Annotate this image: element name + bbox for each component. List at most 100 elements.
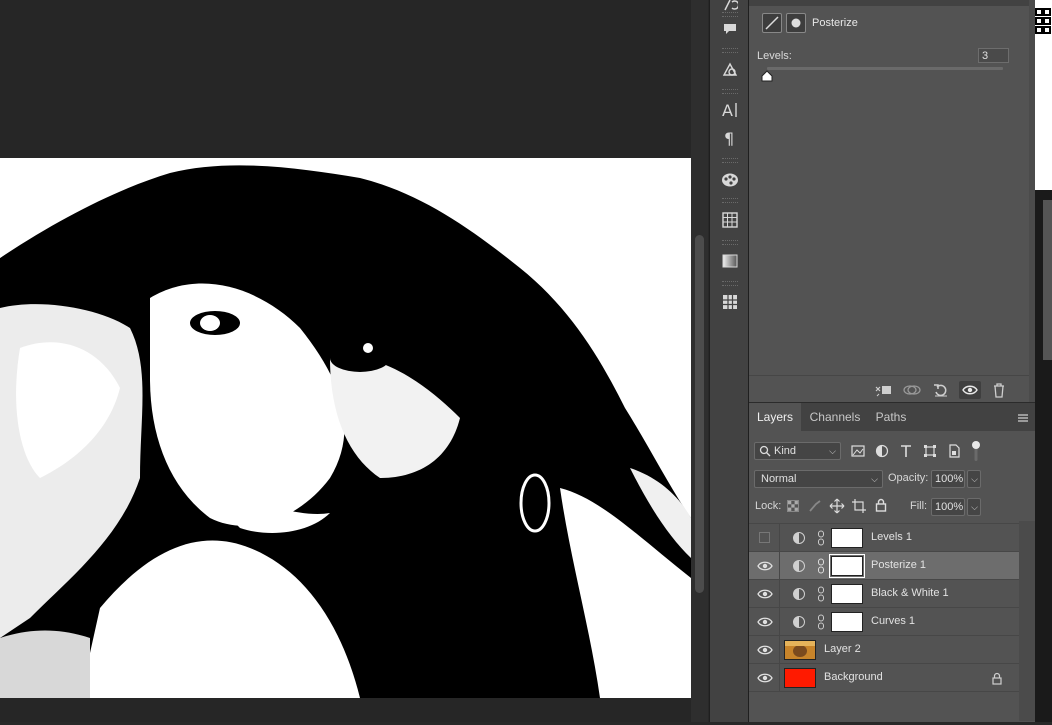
filter-pixel-icon[interactable] — [850, 443, 866, 459]
filter-type-icon[interactable] — [898, 443, 914, 459]
layers-tab-bar: Layers Channels Paths — [749, 403, 1035, 431]
panel-grip[interactable] — [722, 12, 738, 17]
levels-value-field[interactable]: 3 — [978, 48, 1009, 63]
properties-title: Posterize — [812, 17, 858, 29]
layer-list: Levels 1 Posterize 1 Black & White 1 Cur… — [749, 523, 1019, 694]
filter-kind-select[interactable]: Kind ⌵ — [754, 442, 841, 460]
eye-icon[interactable] — [757, 671, 773, 685]
layer-mask-icon[interactable] — [786, 13, 806, 33]
opacity-label: Opacity: — [888, 472, 929, 484]
layer-mask-thumbnail[interactable] — [831, 612, 863, 632]
panel-grip[interactable] — [722, 240, 738, 245]
row-divider — [779, 580, 780, 608]
opacity-field[interactable]: 100% — [931, 470, 965, 488]
lock-position-icon[interactable] — [829, 498, 845, 517]
tab-paths[interactable]: Paths — [869, 403, 913, 431]
levels-slider-thumb[interactable] — [761, 70, 773, 85]
comment-icon[interactable] — [719, 18, 741, 40]
eye-icon[interactable] — [757, 559, 773, 573]
adjustment-layer-icon — [793, 588, 805, 600]
posterized-portrait — [0, 158, 691, 698]
tab-channels[interactable]: Channels — [803, 403, 867, 431]
link-icon[interactable] — [817, 558, 825, 574]
adjustment-layer-icon — [793, 560, 805, 572]
layer-row-background[interactable]: Background — [749, 664, 1019, 692]
adjustment-layer-icon[interactable] — [762, 13, 782, 33]
layer-row-curves-1[interactable]: Curves 1 — [749, 608, 1019, 636]
layer-name: Black & White 1 — [871, 587, 949, 599]
lock-label: Lock: — [755, 500, 782, 512]
fill-slider-toggle[interactable]: ⌵ — [967, 498, 981, 516]
fill-label: Fill: — [910, 500, 928, 512]
layer-mask-thumbnail[interactable] — [831, 584, 863, 604]
blend-mode-value: Normal — [761, 473, 797, 485]
filter-smart-object-icon[interactable] — [946, 443, 962, 459]
opacity-slider-toggle[interactable]: ⌵ — [967, 470, 981, 488]
properties-tab-bar — [749, 0, 1035, 6]
panel-grip[interactable] — [722, 198, 738, 203]
pattern-grid-icon[interactable] — [719, 291, 741, 313]
chevron-down-icon: ⌵ — [829, 446, 836, 456]
gradient-icon[interactable] — [719, 250, 741, 272]
panel-grip[interactable] — [722, 48, 738, 53]
layer-row-posterize-1[interactable]: Posterize 1 — [749, 552, 1019, 580]
panel-grip[interactable] — [722, 158, 738, 163]
visibility-icon[interactable] — [959, 381, 981, 399]
view-previous-state-icon[interactable] — [901, 381, 923, 399]
fill-field[interactable]: 100% — [931, 498, 965, 516]
filter-shape-icon[interactable] — [922, 443, 938, 459]
properties-panel: Posterize Levels: 3 — [749, 0, 1035, 402]
layer-name: Background — [824, 671, 883, 683]
adjustment-layer-icon — [793, 532, 805, 544]
tab-layers[interactable]: Layers — [749, 403, 801, 431]
eye-icon[interactable] — [757, 587, 773, 601]
search-icon — [759, 445, 771, 462]
levels-slider-track[interactable] — [767, 67, 1003, 70]
svg-text:A: A — [722, 101, 733, 119]
link-icon[interactable] — [817, 530, 825, 546]
blend-mode-select[interactable]: Normal ⌵ — [754, 470, 883, 488]
canvas-image[interactable] — [0, 158, 691, 698]
lock-image-pixels-icon[interactable] — [808, 499, 822, 516]
canvas-scrollbar-thumb[interactable] — [695, 235, 704, 593]
eye-icon[interactable] — [757, 643, 773, 657]
visibility-toggle-hidden[interactable] — [759, 532, 770, 543]
layers-panel: Layers Channels Paths Kind ⌵ Normal ⌵ Op… — [749, 402, 1035, 722]
eye-icon[interactable] — [757, 615, 773, 629]
character-icon[interactable]: A — [719, 99, 741, 121]
layer-thumbnail[interactable] — [784, 640, 816, 660]
reset-icon[interactable] — [930, 381, 952, 399]
lock-icon[interactable] — [991, 672, 1003, 685]
filter-kind-label: Kind — [774, 445, 797, 457]
secondary-canvas-edge — [1035, 0, 1052, 722]
panel-grip[interactable] — [722, 281, 738, 286]
layer-mask-thumbnail[interactable] — [831, 528, 863, 548]
lock-artboard-icon[interactable] — [851, 498, 867, 517]
levels-label: Levels: — [757, 50, 792, 62]
panel-menu-icon[interactable] — [1017, 412, 1029, 422]
trash-icon[interactable] — [988, 381, 1010, 399]
layer-name: Curves 1 — [871, 615, 916, 627]
layers-scrollbar[interactable] — [1019, 521, 1035, 721]
link-icon[interactable] — [817, 614, 825, 630]
layer-row-levels-1[interactable]: Levels 1 — [749, 524, 1019, 552]
row-divider — [779, 552, 780, 580]
link-icon[interactable] — [817, 586, 825, 602]
table-grid-icon[interactable] — [719, 209, 741, 231]
filter-toggle-icon[interactable] — [971, 440, 981, 465]
lock-all-icon[interactable] — [875, 498, 887, 515]
panel-grip[interactable] — [722, 89, 738, 94]
filter-adjustment-icon[interactable] — [874, 443, 890, 459]
row-divider — [779, 524, 780, 552]
layer-row-black-white-1[interactable]: Black & White 1 — [749, 580, 1019, 608]
layer-mask-thumbnail[interactable] — [829, 554, 865, 578]
swatches-icon[interactable] — [719, 169, 741, 191]
paragraph-icon[interactable]: ¶ — [719, 127, 741, 149]
layer-row-layer-2[interactable]: Layer 2 — [749, 636, 1019, 664]
clone-source-icon[interactable] — [719, 59, 741, 81]
panel-icon-strip: A ¶ — [709, 0, 749, 722]
clip-to-layer-icon[interactable] — [872, 381, 894, 399]
layer-name: Levels 1 — [871, 531, 912, 543]
lock-transparent-pixels-icon[interactable] — [787, 500, 799, 515]
layer-thumbnail[interactable] — [784, 668, 816, 688]
